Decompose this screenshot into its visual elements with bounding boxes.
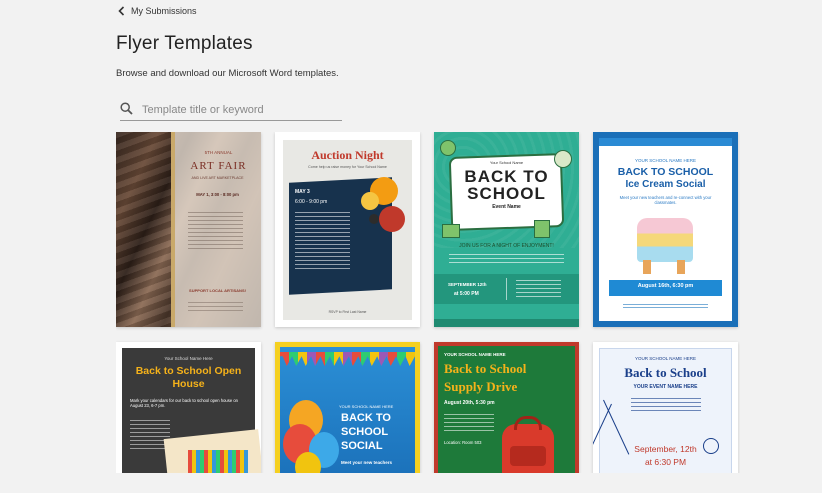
search-icon <box>120 102 133 115</box>
flyer-time: at 5:00 PM <box>454 291 479 297</box>
flyer-date: MAY 3 <box>295 189 310 195</box>
flyer-school-social: YOUR SCHOOL NAME HERE BACK TO SCHOOL SOC… <box>275 342 420 473</box>
flyer-date: MAY 1, 3:00 - 8:00 pm <box>196 192 239 197</box>
template-card-your-event[interactable]: YOUR SCHOOL NAME HERE Back to School YOU… <box>593 342 738 473</box>
flyer-cta: JOIN US FOR A NIGHT OF ENJOYMENT! <box>459 243 554 249</box>
template-card-supply-drive[interactable]: YOUR SCHOOL NAME HERE Back to School Sup… <box>434 342 579 473</box>
flyer-art-fair: 5TH ANNUAL ART FAIR AND LIVE ART MARKETP… <box>116 132 261 327</box>
search-bar <box>120 100 342 121</box>
page-subtitle: Browse and download our Microsoft Word t… <box>116 68 339 79</box>
template-card-auction-night[interactable]: Auction Night Come help us raise money f… <box>275 132 420 327</box>
template-card-back-to-school[interactable]: Your School Name BACK TO SCHOOL Event Na… <box>434 132 579 327</box>
flyer-subheading: AND LIVE ART MARKETPLACE <box>191 176 244 180</box>
flyer-text: Meet your new teachers and re-connect wi… <box>619 195 712 205</box>
back-link[interactable]: My Submissions <box>118 6 197 16</box>
page-title: Flyer Templates <box>116 33 253 54</box>
flyer-title-line1: BACK TO <box>341 412 391 424</box>
flyer-title: Auction Night <box>311 148 384 162</box>
flyer-date: August 16th, 6:30 pm <box>637 283 694 289</box>
flyer-your-event: YOUR SCHOOL NAME HERE Back to School YOU… <box>593 342 738 473</box>
flyer-school-name: YOUR SCHOOL NAME HERE <box>634 356 697 361</box>
flyer-title-line3: SOCIAL <box>341 440 383 452</box>
flyer-time: at 6:30 PM <box>644 457 687 467</box>
flyer-time: 6:00 - 9:00 pm <box>295 199 328 205</box>
flyer-title: Back to School Open House <box>135 365 242 390</box>
flyer-school-name: YOUR SCHOOL NAME HERE <box>634 158 697 163</box>
flyer-title: ART FAIR <box>190 160 247 172</box>
chevron-left-icon <box>118 6 125 16</box>
flyer-supply-drive: YOUR SCHOOL NAME HERE Back to School Sup… <box>434 342 579 473</box>
flyer-title-line2: Supply Drive <box>444 379 518 394</box>
flyer-ice-cream-social: YOUR SCHOOL NAME HERE BACK TO SCHOOL Ice… <box>593 132 738 327</box>
flyer-tagline: Come help us raise money for Your School… <box>308 165 387 169</box>
flyer-text: Meet your new teachers <box>341 460 393 465</box>
flyer-text: Mark your calendars for our back to scho… <box>130 398 239 408</box>
flyer-date: SEPTEMBER 12th <box>448 282 487 287</box>
flyer-school-name: YOUR SCHOOL NAME HERE <box>339 404 394 409</box>
flyer-footer: RSVP to First Last Name <box>328 310 367 314</box>
flyer-auction-night: Auction Night Come help us raise money f… <box>275 132 420 327</box>
flyer-title-line1: BACK TO SCHOOL <box>617 166 714 178</box>
flyer-back-to-school: Your School Name BACK TO SCHOOL Event Na… <box>434 132 579 327</box>
flyer-event-name: Event Name <box>492 204 521 210</box>
flyer-event-name: YOUR EVENT NAME HERE <box>633 384 698 390</box>
back-link-label: My Submissions <box>131 6 197 16</box>
flyer-school-name: Your School Name Here <box>164 356 213 361</box>
template-card-open-house[interactable]: Your School Name Here Back to School Ope… <box>116 342 261 473</box>
flyer-title-line2: Ice Cream Social <box>625 179 706 190</box>
template-card-art-fair[interactable]: 5TH ANNUAL ART FAIR AND LIVE ART MARKETP… <box>116 132 261 327</box>
flyer-title: Back to School <box>624 365 707 380</box>
search-input[interactable] <box>140 103 342 117</box>
flyer-school-name: YOUR SCHOOL NAME HERE <box>444 352 506 357</box>
flyer-footer: SUPPORT LOCAL ARTISANS! <box>189 288 246 293</box>
flyer-title-line2: SCHOOL <box>341 426 389 438</box>
template-card-ice-cream-social[interactable]: YOUR SCHOOL NAME HERE BACK TO SCHOOL Ice… <box>593 132 738 327</box>
flyer-small-heading: 5TH ANNUAL <box>204 150 233 155</box>
flyer-title-line2: SCHOOL <box>467 184 546 203</box>
template-grid: 5TH ANNUAL ART FAIR AND LIVE ART MARKETP… <box>116 132 740 473</box>
template-card-school-social[interactable]: YOUR SCHOOL NAME HERE BACK TO SCHOOL SOC… <box>275 342 420 473</box>
flyer-date: August 20th, 5:30 pm <box>444 400 495 406</box>
flyer-location: Location: Room 503 <box>444 440 482 445</box>
flyer-open-house: Your School Name Here Back to School Ope… <box>116 342 261 473</box>
flyer-title-line1: Back to School <box>444 361 527 376</box>
